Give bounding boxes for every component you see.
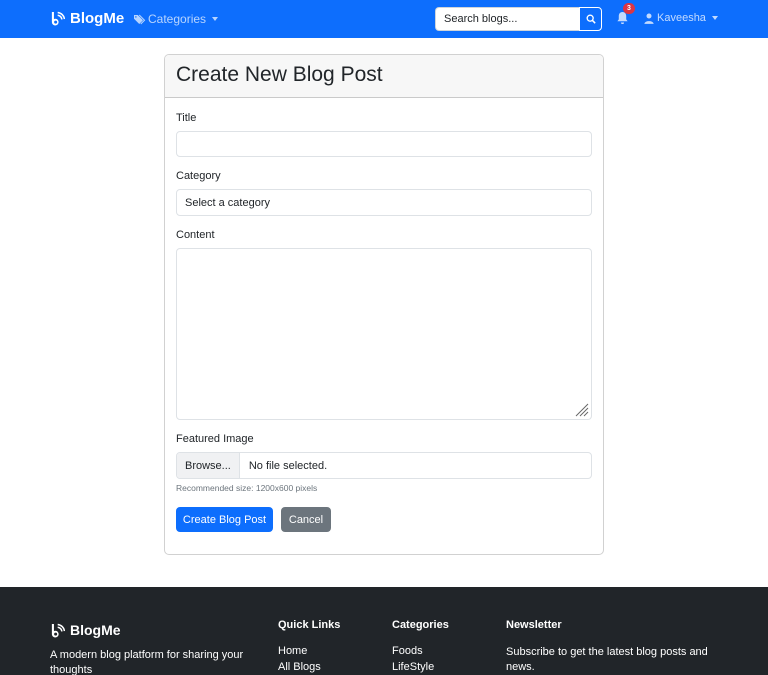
username: Kaveesha: [657, 12, 706, 24]
title-label: Title: [176, 112, 197, 124]
footer-description: A modern blog platform for sharing your …: [50, 649, 244, 675]
browse-button[interactable]: Browse...: [177, 453, 240, 478]
blog-logo-icon: [51, 11, 65, 26]
search-icon: [586, 14, 596, 24]
featured-image-input[interactable]: Browse... No file selected.: [176, 452, 592, 479]
cancel-button[interactable]: Cancel: [281, 507, 331, 532]
content-textarea[interactable]: [176, 248, 592, 420]
newsletter-text: Subscribe to get the latest blog posts a…: [506, 646, 708, 673]
user-dropdown[interactable]: Kaveesha: [644, 12, 718, 24]
card-header: Create New Blog Post: [165, 55, 603, 98]
user-icon: [644, 13, 654, 24]
brand-link[interactable]: BlogMe: [50, 10, 124, 27]
blog-logo-icon: [51, 623, 65, 637]
footer-brand: BlogMe: [50, 622, 121, 638]
search-input[interactable]: [435, 7, 579, 31]
footer-categories-heading: Categories: [392, 619, 449, 631]
footer-category-lifestyle[interactable]: LifeStyle: [392, 661, 434, 673]
chevron-down-icon: [212, 17, 219, 21]
page-title: Create New Blog Post: [176, 63, 383, 86]
create-post-button[interactable]: Create Blog Post: [176, 507, 273, 532]
quick-links-heading: Quick Links: [278, 619, 341, 631]
tag-icon: [134, 14, 146, 24]
navbar: BlogMe Categories 3 Kaveesha: [0, 0, 768, 38]
image-size-hint: Recommended size: 1200x600 pixels: [176, 483, 318, 493]
chevron-down-icon: [711, 16, 718, 20]
title-input[interactable]: [176, 131, 592, 157]
category-select[interactable]: Select a category: [176, 189, 592, 216]
brand-name: BlogMe: [70, 10, 125, 27]
footer: BlogMe A modern blog platform for sharin…: [0, 587, 768, 675]
footer-category-foods[interactable]: Foods: [392, 645, 423, 657]
search-form: [435, 7, 602, 31]
footer-brand-name: BlogMe: [70, 622, 121, 638]
content-label: Content: [176, 229, 215, 241]
file-status: No file selected.: [248, 459, 328, 472]
category-selected-value: Select a category: [185, 196, 270, 209]
categories-dropdown[interactable]: Categories: [134, 12, 219, 26]
categories-label: Categories: [148, 12, 207, 26]
notification-badge: 3: [623, 3, 635, 14]
newsletter-heading: Newsletter: [506, 619, 562, 631]
search-button[interactable]: [579, 7, 602, 31]
footer-link-all-blogs[interactable]: All Blogs: [278, 661, 321, 673]
footer-link-home[interactable]: Home: [278, 645, 307, 657]
category-label: Category: [176, 170, 221, 182]
create-post-card: Create New Blog Post Title Category Sele…: [164, 54, 604, 555]
resize-grip-icon[interactable]: [575, 403, 589, 417]
featured-image-label: Featured Image: [176, 433, 254, 445]
